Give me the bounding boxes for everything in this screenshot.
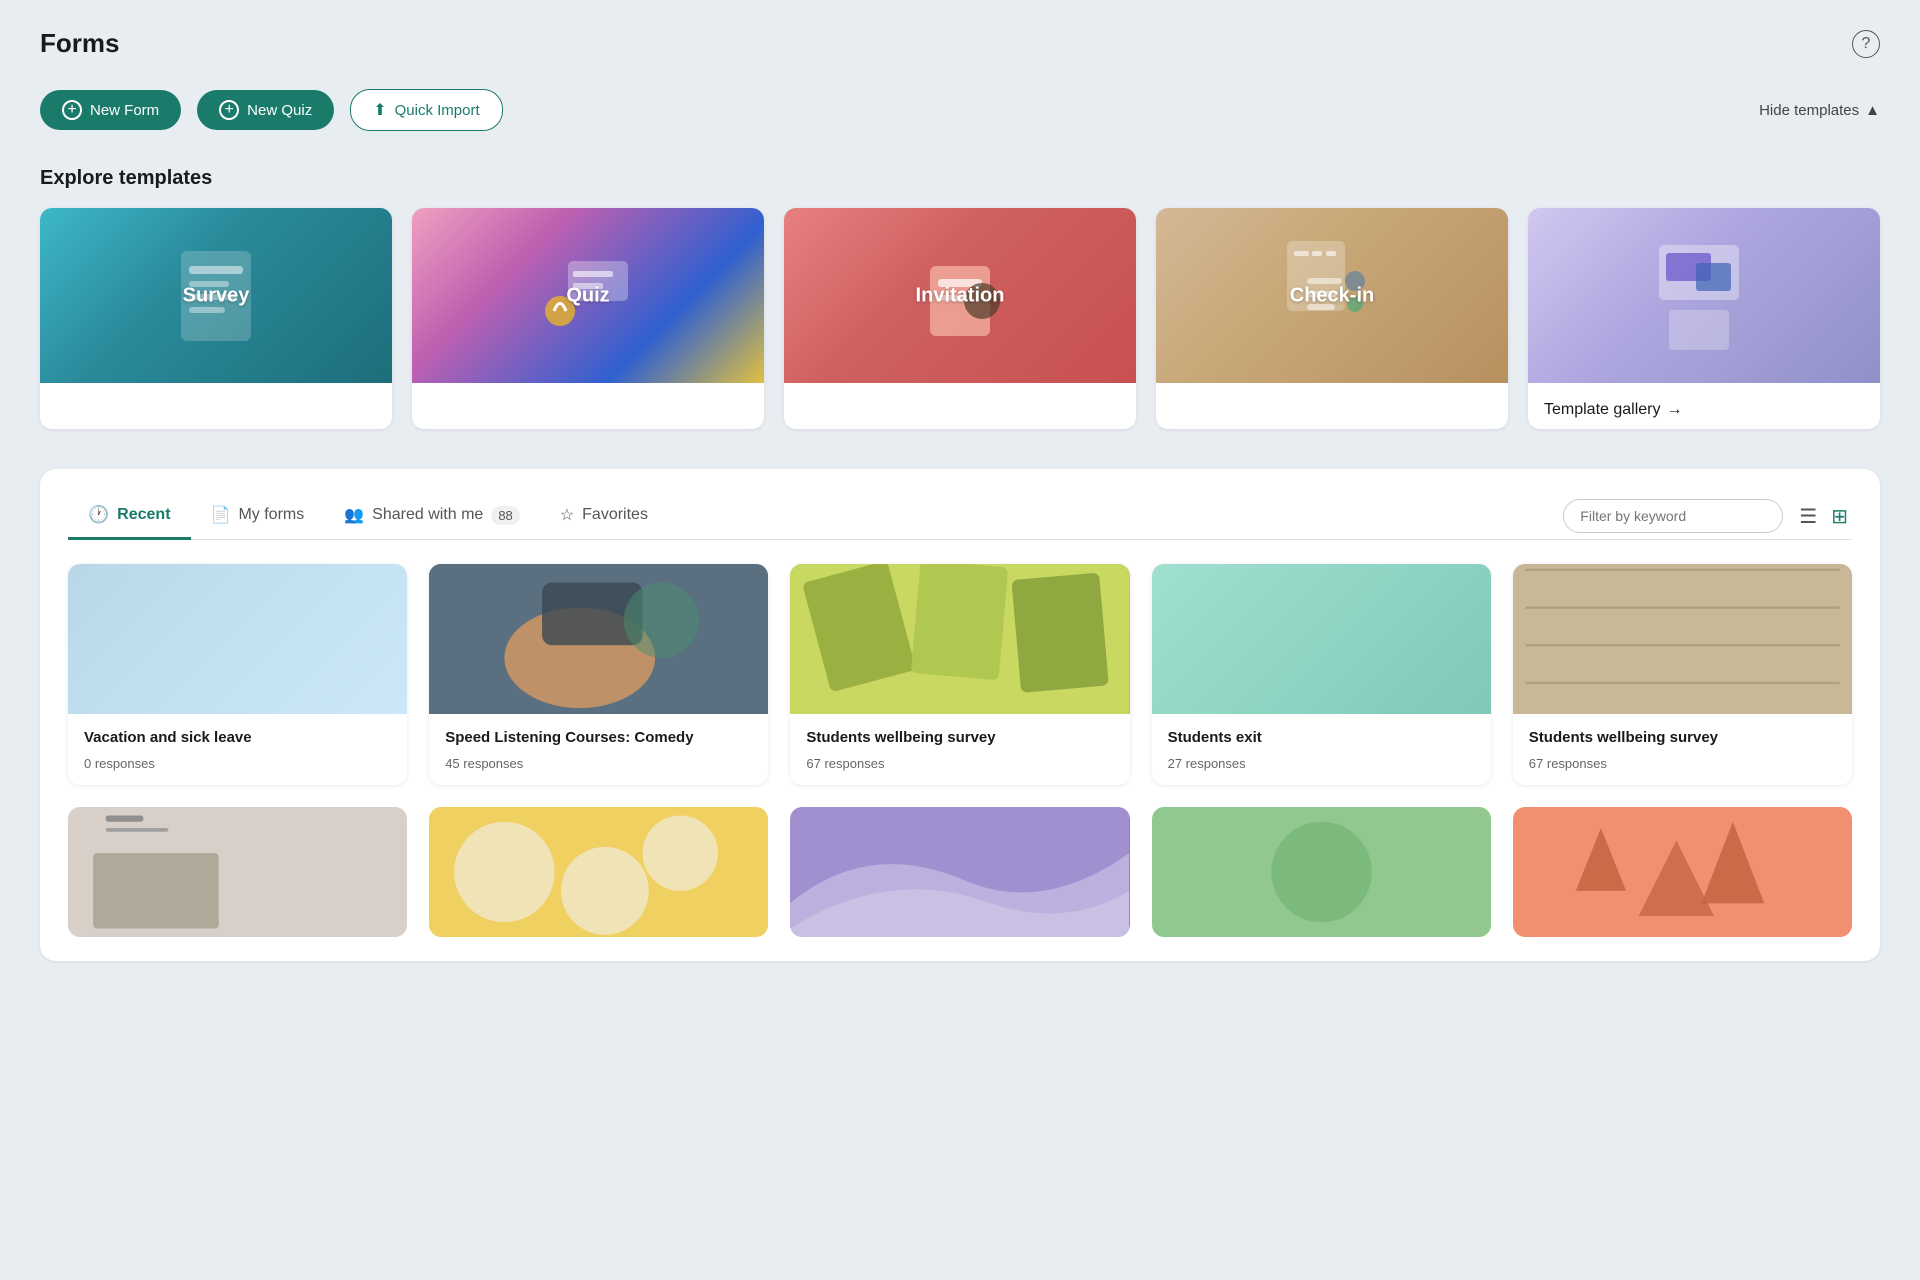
- tab-myforms[interactable]: 📄 My forms: [191, 493, 325, 540]
- form-card-partial-4[interactable]: [1513, 807, 1852, 937]
- recent-icon: 🕐: [88, 505, 109, 525]
- template-survey-img: Survey: [40, 208, 392, 383]
- form-card-partial-0[interactable]: [68, 807, 407, 937]
- template-card-quiz[interactable]: Quiz: [412, 208, 764, 429]
- form-card-img-4: [1513, 564, 1852, 714]
- template-quiz-img: Quiz: [412, 208, 764, 383]
- app-title: Forms: [40, 28, 119, 59]
- hide-templates-label: Hide templates: [1759, 102, 1859, 119]
- partial1-svg: [429, 807, 768, 937]
- shared-count: 88: [491, 506, 519, 525]
- form-card-body-1: Speed Listening Courses: Comedy 45 respo…: [429, 714, 768, 785]
- quick-import-label: Quick Import: [395, 102, 480, 119]
- form-card-responses-2: 67 responses: [806, 756, 1113, 771]
- form-card-img-0: [68, 564, 407, 714]
- form-card-partial-3[interactable]: [1152, 807, 1491, 937]
- form-card-title-4: Students wellbeing survey: [1529, 728, 1836, 748]
- myforms-icon: 📄: [211, 505, 231, 525]
- form-card-responses-1: 45 responses: [445, 756, 752, 771]
- gallery-link[interactable]: Template gallery →: [1544, 401, 1864, 419]
- survey-label: Survey: [183, 284, 250, 307]
- templates-section-title: Explore templates: [40, 167, 1880, 190]
- tab-favorites-label: Favorites: [582, 506, 648, 524]
- form-card-body-4: Students wellbeing survey 67 responses: [1513, 714, 1852, 785]
- quick-import-icon: ⬆: [373, 100, 386, 120]
- templates-section: Explore templates Survey: [40, 167, 1880, 429]
- tab-myforms-label: My forms: [238, 506, 304, 524]
- form-card-partial-2[interactable]: [790, 807, 1129, 937]
- template-card-survey[interactable]: Survey: [40, 208, 392, 429]
- filter-input[interactable]: [1563, 499, 1783, 533]
- form-card-partial-1[interactable]: [429, 807, 768, 937]
- quiz-label: Quiz: [566, 284, 609, 307]
- form-card-title-0: Vacation and sick leave: [84, 728, 391, 748]
- gallery-arrow: →: [1667, 401, 1683, 419]
- partial3-svg: [1152, 807, 1491, 937]
- tabs-bar: 🕐 Recent 📄 My forms 👥 Shared with me 88 …: [68, 493, 1852, 540]
- form-card-body-2: Students wellbeing survey 67 responses: [790, 714, 1129, 785]
- form-card-title-3: Students exit: [1168, 728, 1475, 748]
- action-bar: + New Form + New Quiz ⬆ Quick Import Hid…: [40, 89, 1880, 131]
- template-checkin-img: Check-in: [1156, 208, 1508, 383]
- partial4-svg: [1513, 807, 1852, 937]
- form-card-title-1: Speed Listening Courses: Comedy: [445, 728, 752, 748]
- template-card-checkin[interactable]: Check-in: [1156, 208, 1508, 429]
- quick-import-button[interactable]: ⬆ Quick Import: [350, 89, 502, 131]
- tabs-right: ☰ ⊞: [1563, 499, 1852, 533]
- form-card-4[interactable]: Students wellbeing survey 67 responses: [1513, 564, 1852, 785]
- form-card-responses-0: 0 responses: [84, 756, 391, 771]
- template-card-invitation[interactable]: Invitation: [784, 208, 1136, 429]
- new-form-button[interactable]: + New Form: [40, 90, 181, 130]
- form-card-3[interactable]: Students exit 27 responses: [1152, 564, 1491, 785]
- template-card-gallery[interactable]: Template gallery →: [1528, 208, 1880, 429]
- invitation-label: Invitation: [916, 284, 1005, 307]
- tab-favorites[interactable]: ☆ Favorites: [540, 493, 668, 540]
- chevron-up-icon: ▲: [1865, 102, 1880, 119]
- form-card-0[interactable]: Vacation and sick leave 0 responses: [68, 564, 407, 785]
- tab-shared[interactable]: 👥 Shared with me 88: [324, 493, 540, 540]
- form-card-body-0: Vacation and sick leave 0 responses: [68, 714, 407, 785]
- form-card-1[interactable]: Speed Listening Courses: Comedy 45 respo…: [429, 564, 768, 785]
- favorites-icon: ☆: [560, 505, 574, 525]
- form-card-body-3: Students exit 27 responses: [1152, 714, 1491, 785]
- partial2-svg: [790, 807, 1129, 937]
- template-gallery-img: [1528, 208, 1880, 383]
- form-card-img-1: [429, 564, 768, 714]
- form-card-title-2: Students wellbeing survey: [806, 728, 1113, 748]
- template-cards-row: Survey Quiz: [40, 208, 1880, 429]
- hide-templates-button[interactable]: Hide templates ▲: [1759, 102, 1880, 119]
- form-cards-grid: Vacation and sick leave 0 responses S: [68, 564, 1852, 785]
- grid-view-button[interactable]: ⊞: [1827, 500, 1852, 533]
- list-view-button[interactable]: ☰: [1795, 500, 1821, 533]
- form-card-2[interactable]: Students wellbeing survey 67 responses: [790, 564, 1129, 785]
- view-toggle: ☰ ⊞: [1795, 500, 1852, 533]
- page-container: Forms ? + New Form + New Quiz ⬆ Quick Im…: [0, 0, 1920, 989]
- partial0-svg: [68, 807, 407, 937]
- new-form-plus-icon: +: [62, 100, 82, 120]
- new-quiz-button[interactable]: + New Quiz: [197, 90, 334, 130]
- form-card-responses-4: 67 responses: [1529, 756, 1836, 771]
- new-quiz-plus-icon: +: [219, 100, 239, 120]
- card4-svg: [1513, 564, 1852, 714]
- card2-svg: [790, 564, 1129, 714]
- top-bar: Forms ?: [40, 28, 1880, 59]
- tab-recent-label: Recent: [117, 506, 170, 524]
- form-card-responses-3: 27 responses: [1168, 756, 1475, 771]
- tab-shared-label: Shared with me: [372, 506, 483, 524]
- new-quiz-label: New Quiz: [247, 102, 312, 119]
- checkin-label: Check-in: [1290, 284, 1374, 307]
- gallery-svg: [1644, 235, 1764, 365]
- form-card-img-3: [1152, 564, 1491, 714]
- card1-svg: [429, 564, 768, 714]
- shared-icon: 👥: [344, 505, 364, 525]
- gallery-label: Template gallery: [1544, 401, 1661, 419]
- new-form-label: New Form: [90, 102, 159, 119]
- forms-section: 🕐 Recent 📄 My forms 👥 Shared with me 88 …: [40, 469, 1880, 961]
- template-invitation-img: Invitation: [784, 208, 1136, 383]
- tab-recent[interactable]: 🕐 Recent: [68, 493, 191, 540]
- help-icon[interactable]: ?: [1852, 30, 1880, 58]
- form-card-img-2: [790, 564, 1129, 714]
- form-cards-row2: [68, 807, 1852, 937]
